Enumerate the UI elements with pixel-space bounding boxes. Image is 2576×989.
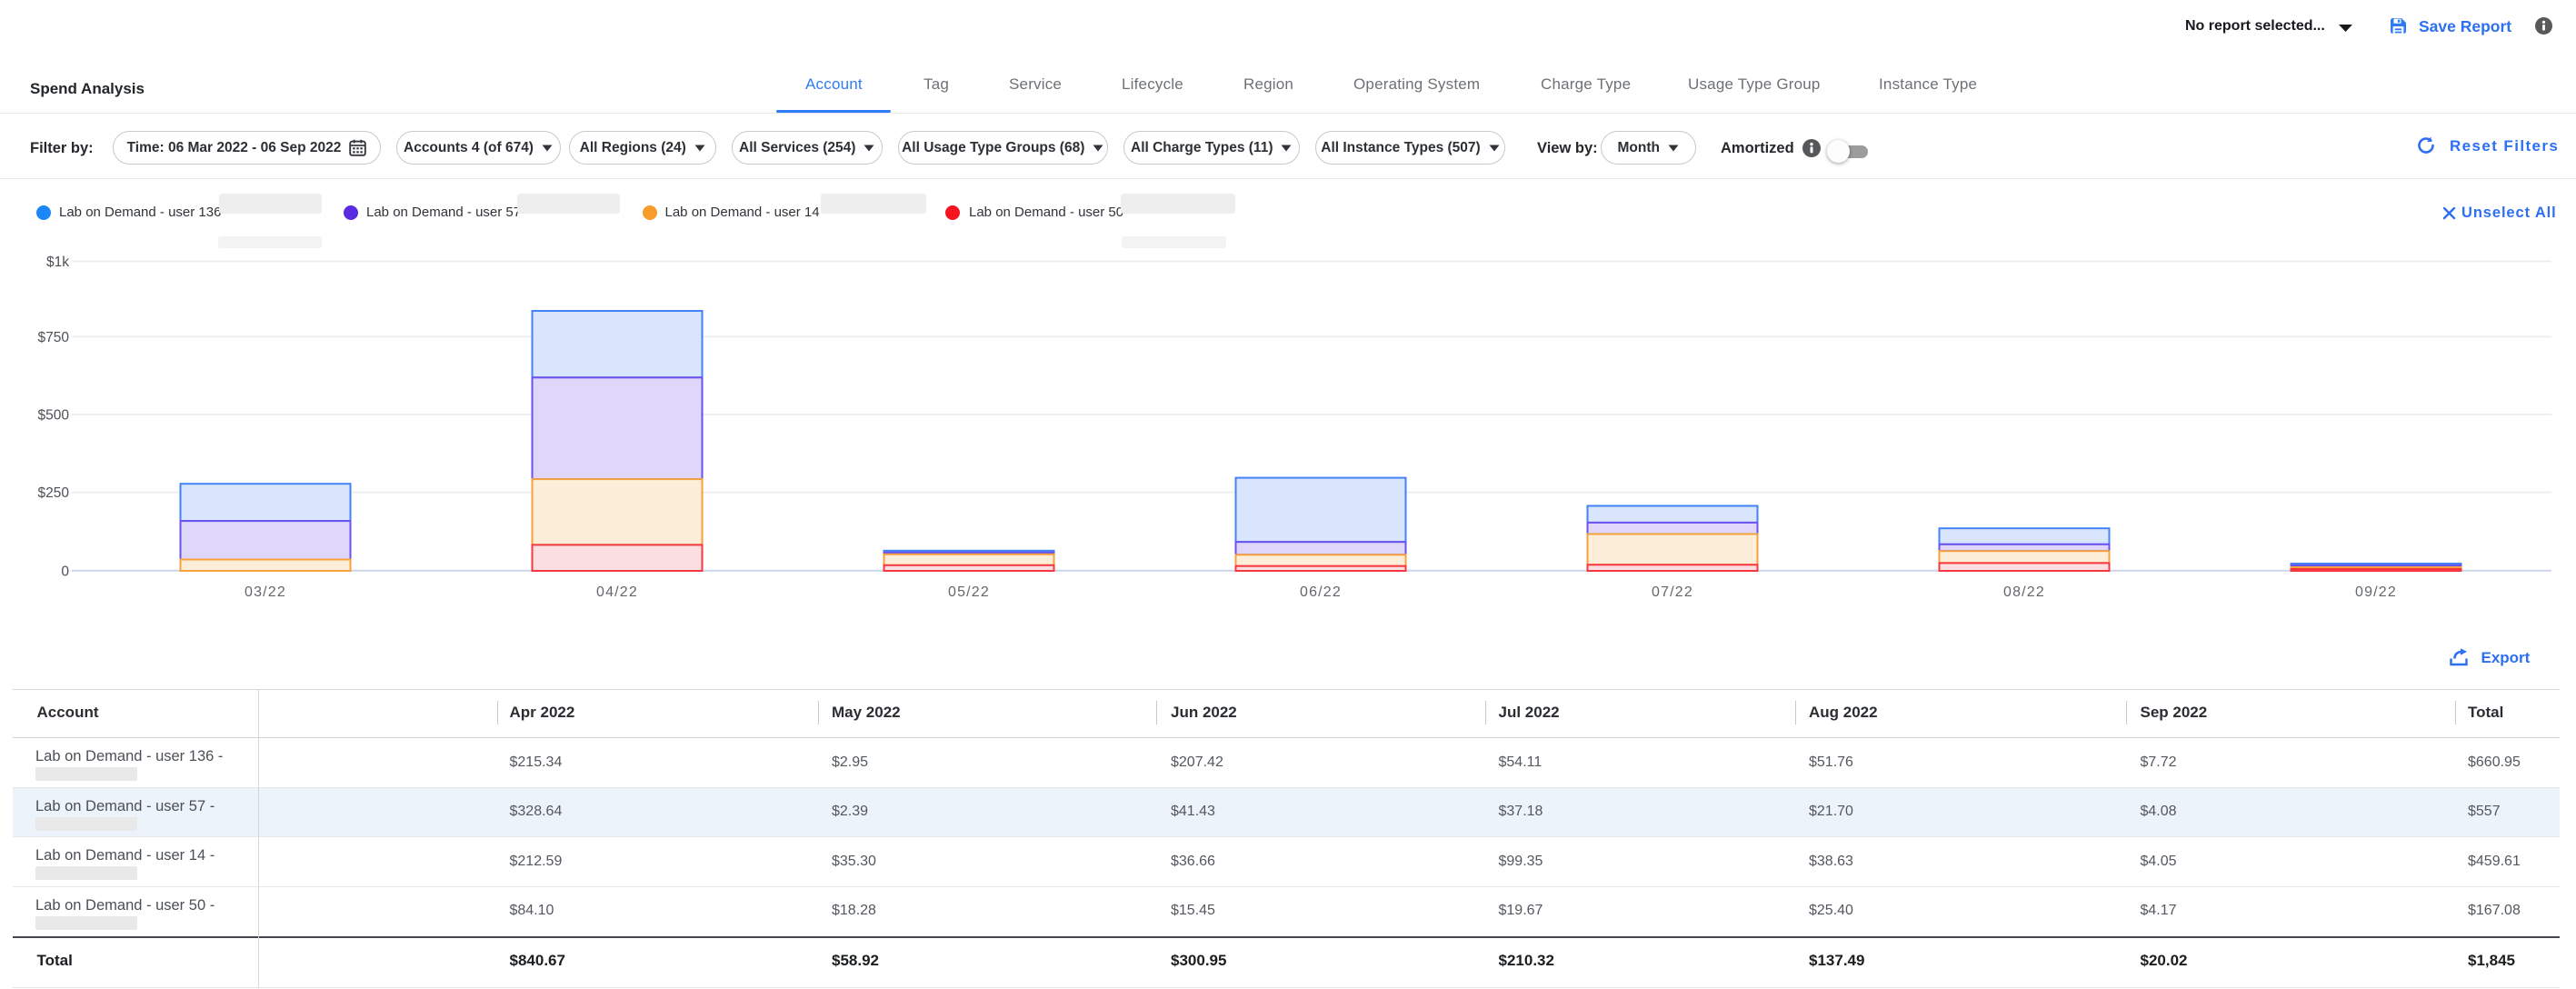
svg-text:05/22: 05/22 [948, 584, 990, 600]
svg-text:04/22: 04/22 [596, 584, 638, 600]
svg-text:09/22: 09/22 [2355, 584, 2397, 600]
svg-text:0: 0 [61, 564, 69, 579]
svg-text:03/22: 03/22 [245, 584, 286, 600]
svg-text:06/22: 06/22 [1300, 584, 1342, 600]
svg-text:$250: $250 [38, 485, 70, 501]
svg-text:$500: $500 [38, 407, 70, 423]
svg-text:07/22: 07/22 [1652, 584, 1693, 600]
svg-text:$750: $750 [38, 330, 70, 345]
svg-text:$1k: $1k [46, 255, 69, 270]
svg-text:08/22: 08/22 [2003, 584, 2045, 600]
